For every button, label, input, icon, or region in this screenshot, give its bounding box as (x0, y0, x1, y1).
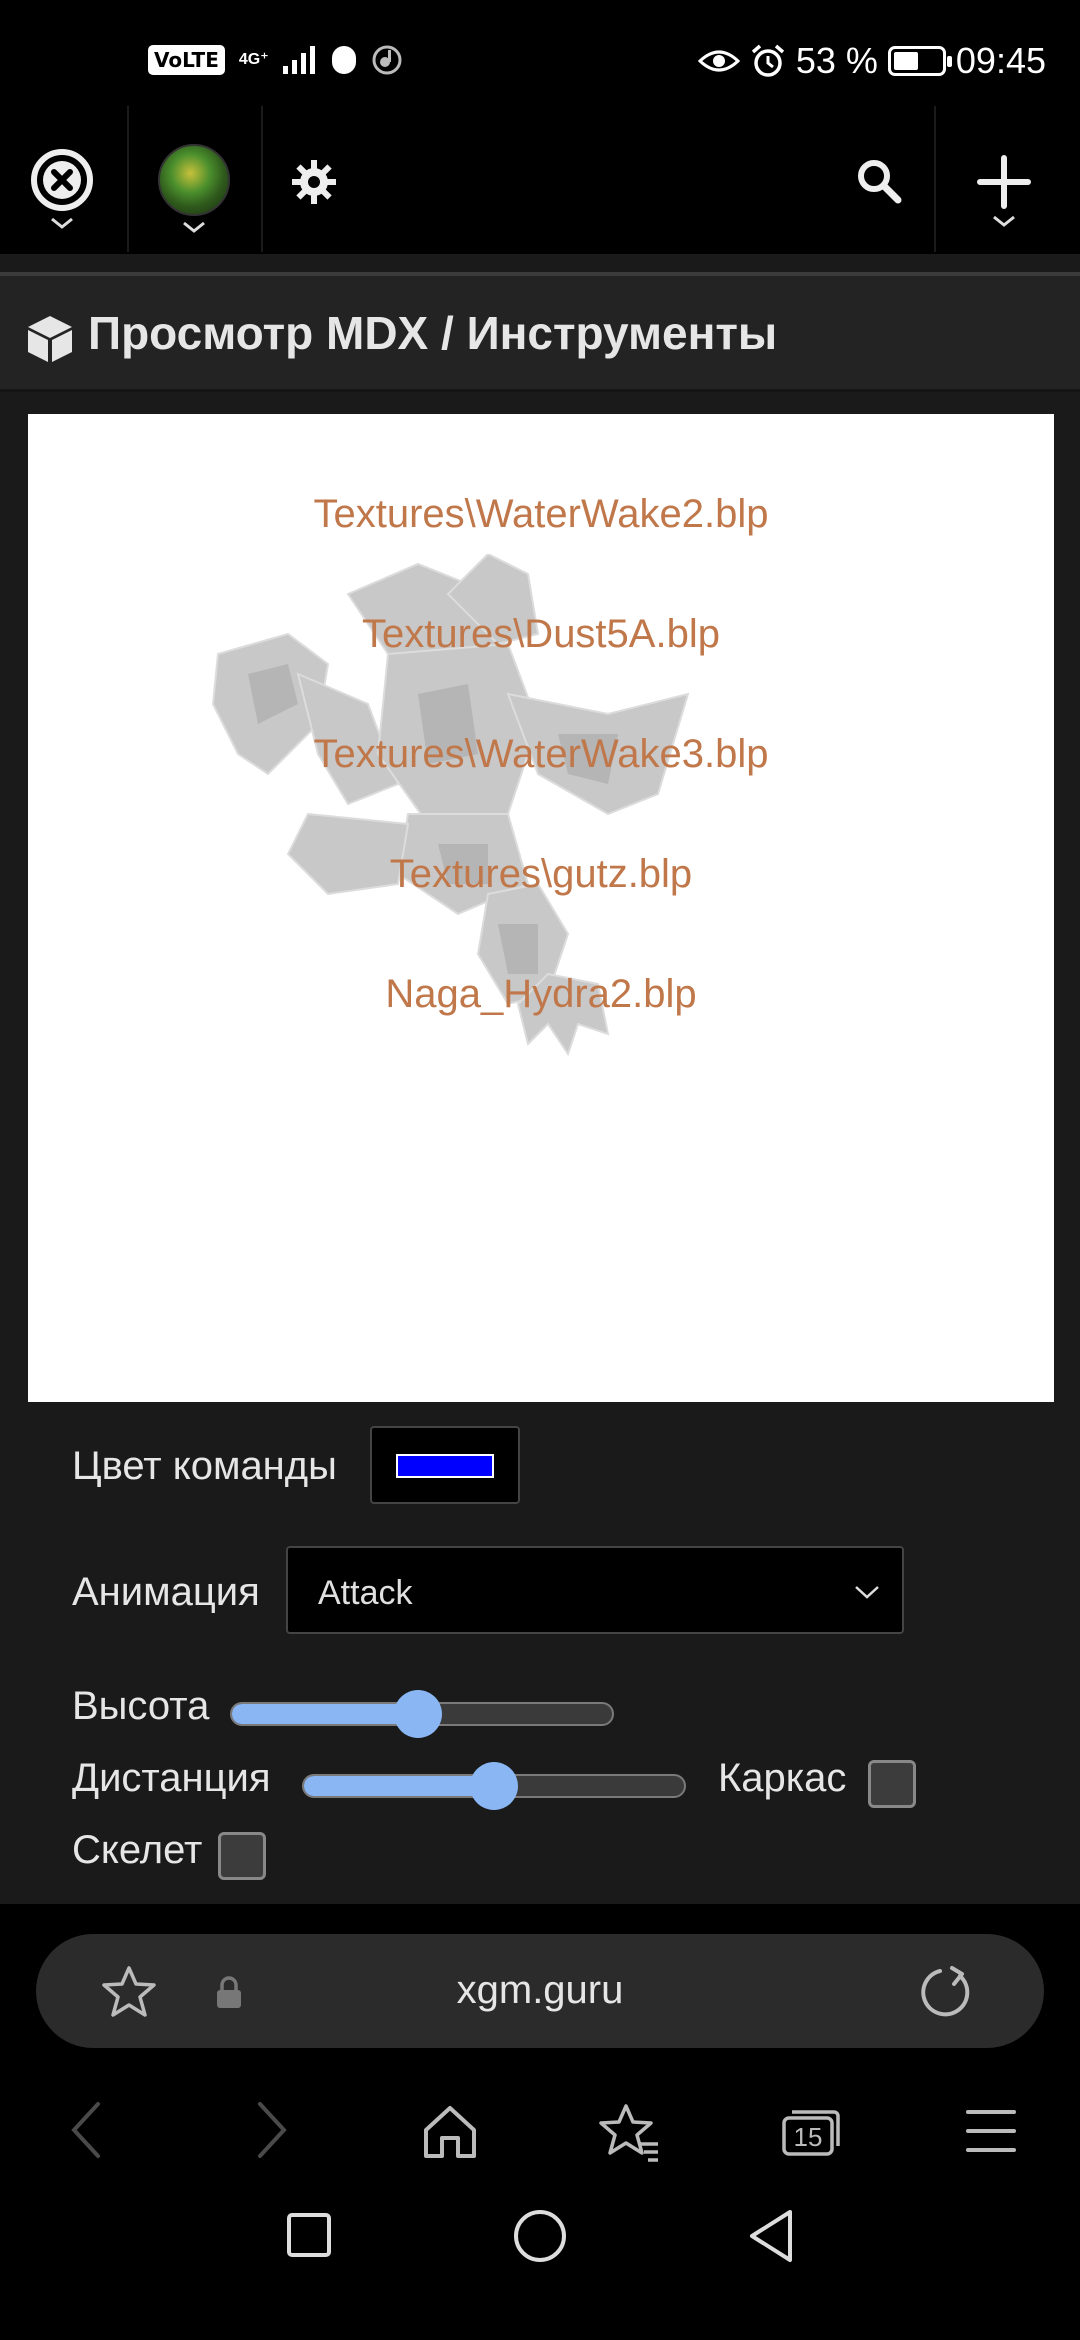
tabs-button[interactable]: 15 (780, 2106, 842, 2158)
profile-button[interactable] (158, 144, 230, 234)
status-right: 53 % 09:45 (697, 40, 1046, 82)
settings-button[interactable] (290, 158, 338, 206)
battery-percent: 53 % (795, 40, 878, 81)
alarm-icon (751, 44, 784, 77)
back-icon[interactable] (66, 2100, 106, 2160)
animation-selected-value: Attack (318, 1574, 413, 1612)
clock: 09:45 (955, 40, 1046, 81)
music-icon (372, 45, 402, 75)
animation-label: Анимация (72, 1570, 260, 1614)
notification-icon (331, 46, 356, 74)
texture-label: Textures\gutz.blp (389, 852, 693, 896)
browser-bottom-bar: xgm.guru 15 (0, 1904, 1080, 2174)
team-color-picker[interactable] (370, 1426, 520, 1504)
distance-slider[interactable] (302, 1762, 686, 1810)
chevron-down-icon (183, 221, 205, 233)
texture-label: Naga_Hydra2.blp (385, 972, 697, 1016)
search-button[interactable] (854, 156, 904, 206)
cube-icon (28, 316, 72, 362)
toolbar-divider (127, 106, 129, 252)
search-icon (858, 160, 902, 204)
chevron-down-icon (855, 1586, 879, 1599)
plus-icon (977, 155, 1031, 209)
wireframe-checkbox[interactable] (868, 1760, 916, 1808)
address-bar[interactable]: xgm.guru (36, 1934, 1044, 2048)
browser-toolbar (0, 106, 1080, 254)
close-tab-icon (31, 149, 93, 211)
battery-icon (887, 46, 952, 76)
height-label: Высота (72, 1684, 210, 1728)
skeleton-checkbox[interactable] (218, 1832, 266, 1880)
system-navigation-bar (0, 2174, 1080, 2340)
chevron-down-icon (51, 217, 73, 229)
height-slider-fill (232, 1704, 419, 1724)
wireframe-label: Каркас (718, 1756, 847, 1800)
toolbar-divider (934, 106, 936, 252)
browser-nav-row: 15 (0, 2100, 1080, 2180)
battery-level (893, 52, 919, 70)
gear-icon (292, 160, 336, 204)
texture-label: Textures\Dust5A.blp (362, 612, 720, 656)
height-slider-thumb[interactable] (394, 1690, 443, 1738)
menu-icon[interactable] (966, 2108, 1016, 2154)
skeleton-label: Скелет (72, 1828, 203, 1872)
height-slider[interactable] (230, 1690, 614, 1738)
new-tab-button[interactable] (976, 154, 1032, 228)
page-header: Просмотр MDX / Инструменты (0, 276, 1080, 392)
url-text: xgm.guru (456, 1968, 624, 2012)
texture-label: Textures\WaterWake3.blp (313, 732, 769, 776)
home-icon[interactable] (420, 2104, 480, 2160)
recents-icon[interactable] (286, 2212, 332, 2258)
back-triangle-icon[interactable] (746, 2208, 796, 2264)
forward-icon[interactable] (252, 2100, 292, 2160)
texture-label: Textures\WaterWake2.blp (313, 492, 769, 536)
close-tab-button[interactable] (30, 148, 94, 230)
mdx-viewer-canvas[interactable]: Textures\WaterWake2.blp Textures\Dust5A.… (28, 414, 1054, 1402)
distance-label: Дистанция (72, 1756, 271, 1800)
network-type: 4G⁺ (238, 51, 269, 68)
chevron-down-icon (993, 215, 1015, 227)
bookmarks-icon[interactable] (596, 2102, 662, 2162)
distance-slider-thumb[interactable] (470, 1762, 518, 1810)
avatar (158, 144, 230, 216)
volte-badge: VoLTE (148, 45, 225, 75)
home-circle-icon[interactable] (512, 2208, 568, 2264)
signal-icon (282, 46, 315, 74)
toolbar-divider (261, 106, 263, 252)
distance-slider-fill (304, 1776, 494, 1796)
tabs-count: 15 (793, 2122, 823, 2152)
team-color-label: Цвет команды (72, 1444, 337, 1488)
status-left: VoLTE 4G⁺ (148, 44, 403, 76)
animation-select[interactable]: Attack (286, 1546, 904, 1634)
web-page: Просмотр MDX / Инструменты Textures\Wate… (0, 254, 1080, 2166)
page-title: Просмотр MDX / Инструменты (88, 307, 778, 359)
eye-comfort-icon (697, 50, 740, 72)
reload-icon[interactable] (916, 1962, 976, 2022)
team-color-swatch (396, 1454, 494, 1478)
